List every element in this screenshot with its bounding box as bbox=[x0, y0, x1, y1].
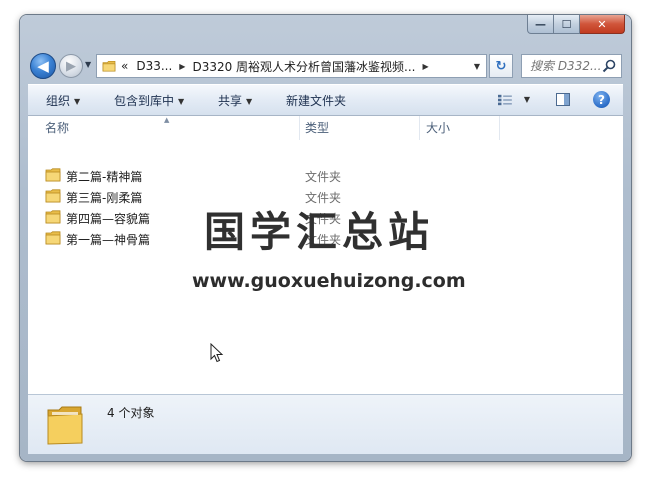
column-divider[interactable] bbox=[499, 116, 500, 140]
breadcrumb-separator-icon[interactable]: ▶ bbox=[423, 62, 429, 71]
folder-icon bbox=[45, 189, 61, 203]
views-icon bbox=[498, 94, 512, 106]
breadcrumb-item[interactable]: D33... bbox=[136, 59, 172, 73]
search-icon[interactable] bbox=[602, 59, 616, 73]
caption-buttons: — ☐ ✕ bbox=[527, 15, 625, 34]
sort-arrow-icon: ▲ bbox=[164, 116, 170, 124]
column-header-size[interactable]: 大小 bbox=[426, 119, 450, 136]
column-divider[interactable] bbox=[419, 116, 420, 140]
include-in-library-menu[interactable]: 包含到库中 ▼ bbox=[114, 92, 184, 109]
recent-pages-button[interactable]: ▼ bbox=[85, 60, 91, 69]
organize-label: 组织 bbox=[46, 94, 71, 108]
mouse-cursor-icon bbox=[210, 343, 224, 363]
file-type: 文件夹 bbox=[305, 170, 342, 184]
file-name[interactable]: 第四篇—容貌篇 bbox=[66, 210, 150, 227]
chevron-down-icon: ▼ bbox=[74, 97, 81, 106]
chevron-down-icon: ▼ bbox=[246, 97, 253, 106]
address-bar[interactable]: « D33... ▶ D3320 周裕观人术分析曾国藩冰鉴视频... ▶ ▼ bbox=[96, 54, 487, 78]
new-folder-label: 新建文件夹 bbox=[286, 94, 347, 108]
include-in-library-label: 包含到库中 bbox=[114, 94, 175, 108]
file-row[interactable]: 第二篇-精神篇 文件夹 bbox=[28, 166, 623, 187]
folder-icon bbox=[45, 231, 61, 245]
file-name[interactable]: 第二篇-精神篇 bbox=[66, 168, 142, 185]
chevron-down-icon[interactable]: ▼ bbox=[524, 95, 530, 104]
folder-icon bbox=[45, 210, 61, 224]
forward-button[interactable]: ▶ bbox=[59, 54, 83, 78]
column-header-type[interactable]: 类型 bbox=[305, 119, 329, 136]
close-button[interactable]: ✕ bbox=[580, 15, 625, 34]
details-pane: 4 个对象 bbox=[28, 394, 623, 454]
navigation-bar: ◀ ▶ ▼ « D33... ▶ D3320 周裕观人术分析曾国藩冰鉴视频...… bbox=[28, 51, 623, 81]
change-view-button[interactable]: ▼ bbox=[498, 91, 530, 109]
command-bar: 组织 ▼ 包含到库中 ▼ 共享 ▼ 新建文件夹 ▼ ? bbox=[28, 84, 623, 116]
column-header-name[interactable]: 名称 bbox=[45, 119, 69, 136]
folder-icon bbox=[47, 406, 83, 445]
refresh-button[interactable]: ↻ bbox=[489, 54, 513, 78]
item-count: 4 个对象 bbox=[107, 406, 155, 420]
search-box[interactable] bbox=[521, 54, 622, 78]
file-list: ▲ 名称 类型 大小 第二篇-精神篇 文件夹 第三篇-刚柔篇 文件夹 第四篇—容… bbox=[28, 116, 623, 394]
file-name[interactable]: 第三篇-刚柔篇 bbox=[66, 189, 142, 206]
address-dropdown-button[interactable]: ▼ bbox=[468, 55, 486, 77]
search-input[interactable] bbox=[522, 55, 608, 77]
help-icon[interactable]: ? bbox=[593, 91, 610, 108]
column-divider[interactable] bbox=[299, 116, 300, 140]
maximize-button[interactable]: ☐ bbox=[554, 15, 580, 34]
share-menu[interactable]: 共享 ▼ bbox=[218, 92, 252, 109]
watermark-url: www.guoxuehuizong.com bbox=[192, 270, 466, 292]
preview-pane-icon[interactable] bbox=[556, 93, 570, 106]
chevron-down-icon: ▼ bbox=[178, 97, 185, 106]
folder-icon bbox=[45, 168, 61, 182]
new-folder-button[interactable]: 新建文件夹 bbox=[286, 92, 346, 109]
share-label: 共享 bbox=[218, 94, 243, 108]
back-button[interactable]: ◀ bbox=[30, 53, 56, 79]
breadcrumb-separator-icon[interactable]: ▶ bbox=[179, 62, 185, 71]
file-name[interactable]: 第一篇—神骨篇 bbox=[66, 231, 150, 248]
minimize-button[interactable]: — bbox=[527, 15, 554, 34]
address-overflow-chevron[interactable]: « bbox=[121, 59, 128, 73]
breadcrumb-item[interactable]: D3320 周裕观人术分析曾国藩冰鉴视频... bbox=[192, 58, 415, 75]
explorer-window: — ☐ ✕ ◀ ▶ ▼ « D33... ▶ D3320 周裕观人术分析曾国藩冰… bbox=[20, 15, 631, 461]
watermark-title: 国学汇总站 bbox=[204, 208, 434, 256]
folder-icon bbox=[102, 60, 116, 72]
organize-menu[interactable]: 组织 ▼ bbox=[46, 92, 80, 109]
